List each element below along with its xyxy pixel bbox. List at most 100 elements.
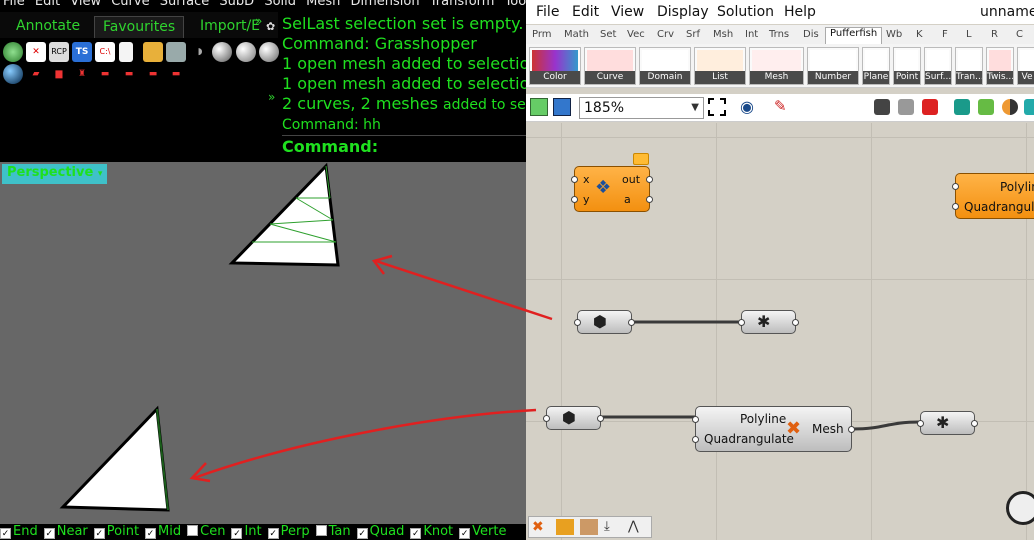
save-icon[interactable] bbox=[553, 98, 571, 116]
osnap-perp[interactable]: ✓ Perp bbox=[267, 524, 310, 539]
ribbon-group-mesh[interactable]: Mesh bbox=[749, 47, 804, 85]
mesh-param-node[interactable]: ✱ bbox=[917, 411, 978, 435]
gh-menu-help[interactable]: Help bbox=[784, 4, 816, 20]
menu-curve[interactable]: Curve bbox=[111, 0, 149, 9]
tab-trns[interactable]: Trns bbox=[769, 29, 789, 40]
lower-triangle-mesh[interactable] bbox=[59, 405, 170, 512]
menu-edit[interactable]: Edit bbox=[35, 0, 60, 9]
osnap-checkbox[interactable]: ✓ bbox=[410, 528, 422, 539]
ribbon-group-number[interactable]: Number bbox=[807, 47, 859, 85]
tab-set[interactable]: Set bbox=[600, 29, 616, 40]
osnap-cen[interactable]: Cen bbox=[187, 524, 225, 539]
zoom-extents-icon[interactable] bbox=[708, 98, 726, 116]
tab-srf[interactable]: Srf bbox=[686, 29, 700, 40]
red-vehicle-icon-4[interactable]: ▬ bbox=[166, 64, 186, 84]
ts-icon[interactable]: TS bbox=[72, 42, 92, 62]
tab-pufferfish[interactable]: Pufferfish bbox=[825, 27, 883, 44]
ribbon-group-list[interactable]: List bbox=[694, 47, 746, 85]
grasshopper-x-icon[interactable]: ✕ bbox=[26, 42, 46, 62]
menu-mesh[interactable]: Mesh bbox=[306, 0, 340, 9]
gh-menu-view[interactable]: View bbox=[611, 4, 644, 20]
red-vehicle-icon-1[interactable]: ▬ bbox=[95, 64, 115, 84]
osnap-checkbox[interactable] bbox=[187, 525, 199, 536]
menu-solid[interactable]: Solid bbox=[264, 0, 296, 9]
preview-wireframe-icon[interactable] bbox=[874, 99, 890, 115]
gh-canvas[interactable]: x y out a ❖ Polyline Quadrangulate ⬢ bbox=[526, 123, 1034, 540]
input-port[interactable] bbox=[738, 319, 745, 326]
sphere-shaded-icon[interactable] bbox=[212, 42, 232, 62]
tab-dis[interactable]: Dis bbox=[803, 29, 819, 40]
menu-file[interactable]: File bbox=[3, 0, 25, 9]
gh-menu-file[interactable]: File bbox=[536, 4, 559, 20]
osnap-int[interactable]: ✓ Int bbox=[231, 524, 262, 539]
input-port[interactable] bbox=[692, 436, 699, 443]
osnap-checkbox[interactable]: ✓ bbox=[459, 528, 471, 539]
polyline-quadrangulate-node-partial[interactable]: Polyline Quadrangulate bbox=[952, 173, 1034, 219]
globe-icon[interactable] bbox=[3, 42, 23, 62]
output-port[interactable] bbox=[646, 176, 653, 183]
osnap-quad[interactable]: ✓ Quad bbox=[356, 524, 404, 539]
bars-icon[interactable] bbox=[556, 519, 574, 535]
tab-msh[interactable]: Msh bbox=[713, 29, 733, 40]
eye-icon[interactable]: ◉ bbox=[740, 97, 754, 116]
render-icon[interactable] bbox=[1002, 99, 1018, 115]
menu-view[interactable]: View bbox=[70, 0, 101, 9]
tab-k[interactable]: K bbox=[916, 29, 923, 40]
output-port[interactable] bbox=[971, 420, 978, 427]
menu-tools[interactable]: Tools bbox=[505, 0, 526, 9]
grid-icon[interactable] bbox=[580, 519, 598, 535]
osnap-tan[interactable]: Tan bbox=[315, 524, 351, 539]
rcp-icon[interactable]: RCP bbox=[49, 42, 69, 62]
curve-param-node[interactable]: ⬢ bbox=[543, 406, 604, 430]
zoom-dropdown[interactable]: 185% ▼ bbox=[579, 97, 704, 119]
download-icon[interactable]: ⤓ bbox=[604, 519, 622, 535]
tab-int[interactable]: Int bbox=[745, 29, 758, 40]
sketch-icon[interactable]: ✎ bbox=[774, 97, 787, 115]
gear-icon[interactable]: ✿ bbox=[266, 20, 278, 33]
red-vehicle-icon-2[interactable]: ▬ bbox=[119, 64, 139, 84]
gh-menu-display[interactable]: Display bbox=[657, 4, 709, 20]
cmd-icon[interactable]: C:\ bbox=[95, 42, 115, 62]
curve-param-node[interactable]: ⬢ bbox=[574, 310, 635, 334]
osnap-checkbox[interactable]: ✓ bbox=[356, 528, 368, 539]
gh-menu-edit[interactable]: Edit bbox=[572, 4, 599, 20]
input-port[interactable] bbox=[952, 203, 959, 210]
radial-menu-icon[interactable] bbox=[1006, 491, 1034, 525]
input-port[interactable] bbox=[917, 420, 924, 427]
menu-transform[interactable]: Transform bbox=[430, 0, 495, 9]
osnap-point[interactable]: ✓ Point bbox=[93, 524, 139, 539]
tab-l[interactable]: L bbox=[966, 29, 972, 40]
input-port[interactable] bbox=[692, 416, 699, 423]
osnap-checkbox[interactable]: ✓ bbox=[145, 528, 157, 539]
mesh-param-node[interactable]: ✱ bbox=[738, 310, 799, 334]
ribbon-group-point[interactable]: Point bbox=[893, 47, 921, 85]
command-prompt[interactable]: Command: bbox=[282, 135, 526, 157]
bake-icon[interactable] bbox=[954, 99, 970, 115]
ribbon-group-domain[interactable]: Domain bbox=[639, 47, 691, 85]
osnap-near[interactable]: ✓ Near bbox=[43, 524, 88, 539]
tab-favourites[interactable]: Favourites bbox=[94, 16, 185, 38]
upper-triangle-mesh[interactable] bbox=[228, 162, 340, 267]
message-balloon-icon[interactable] bbox=[633, 153, 649, 165]
tab-math[interactable]: Math bbox=[564, 29, 589, 40]
tab-annotate[interactable]: Annotate bbox=[8, 16, 88, 38]
osnap-verte[interactable]: ✓ Verte bbox=[459, 524, 506, 539]
osnap-knot[interactable]: ✓ Knot bbox=[410, 524, 453, 539]
output-port[interactable] bbox=[628, 319, 635, 326]
osnap-checkbox[interactable]: ✓ bbox=[0, 528, 11, 539]
red-vehicle-icon-3[interactable]: ▬ bbox=[143, 64, 163, 84]
ribbon-group-twist[interactable]: Twis... bbox=[986, 47, 1014, 85]
cylinder-icon[interactable]: ◗ bbox=[190, 42, 210, 62]
tab-f[interactable]: F bbox=[942, 29, 948, 40]
osnap-checkbox[interactable]: ✓ bbox=[93, 528, 105, 539]
output-port[interactable] bbox=[792, 319, 799, 326]
red-car-icon[interactable]: ▰ bbox=[26, 64, 46, 84]
menu-surface[interactable]: Surface bbox=[160, 0, 210, 9]
cluster-icon[interactable] bbox=[978, 99, 994, 115]
tab-vec[interactable]: Vec bbox=[627, 29, 645, 40]
ribbon-group-plane[interactable]: Plane bbox=[862, 47, 890, 85]
blue-sphere-icon[interactable] bbox=[3, 64, 23, 84]
tab-r[interactable]: R bbox=[991, 29, 998, 40]
output-port[interactable] bbox=[597, 415, 604, 422]
perspective-viewport[interactable]: Perspective ▾ bbox=[0, 162, 526, 524]
